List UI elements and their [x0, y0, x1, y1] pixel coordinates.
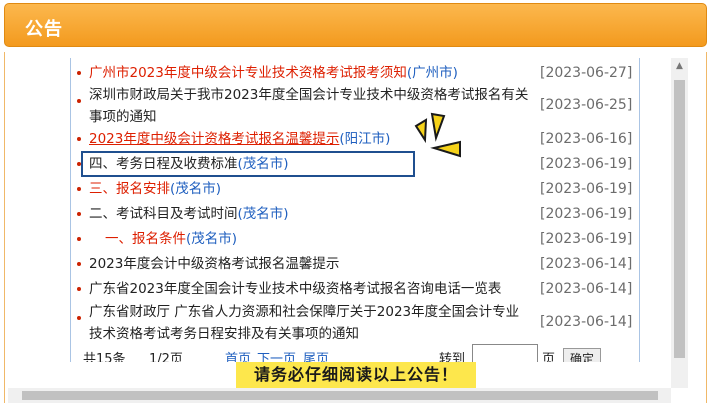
announcement-title[interactable]: 广东省财政厅 广东省人力资源和社会保障厅关于2023年度全国会计专业技术资格考试…: [89, 301, 529, 345]
bullet-icon: [77, 237, 81, 241]
bullet-icon: [77, 187, 81, 191]
announcement-date: [2023-06-14]: [540, 314, 633, 330]
page-unit-label: 页: [542, 352, 556, 362]
notice-banner: 请务必仔细阅读以上公告！: [236, 362, 476, 388]
pagination-bar: 共15条 1/2页 首页 下一页 尾页 转到 页 确定: [71, 344, 639, 362]
announcement-date: [2023-06-19]: [540, 206, 633, 222]
announcement-title[interactable]: 2023年度会计中级资格考试报名温馨提示: [89, 253, 529, 275]
announcement-title[interactable]: 三、报名安排(茂名市): [89, 178, 529, 200]
goto-page-input[interactable]: [472, 344, 538, 362]
bullet-icon: [77, 212, 81, 216]
attention-burst-icon: [414, 112, 461, 158]
announcement-date: [2023-06-19]: [540, 181, 633, 197]
announcement-title[interactable]: 广东省2023年度全国会计专业技术中级资格考试报名咨询电话一览表: [89, 278, 529, 300]
announcement-date: [2023-06-14]: [540, 281, 633, 297]
announcement-title[interactable]: 广州市2023年度中级会计专业技术资格考试报考须知(广州市): [89, 62, 529, 84]
announcement-date: [2023-06-14]: [540, 256, 633, 272]
vertical-scroll-thumb[interactable]: [674, 80, 685, 358]
first-page-link[interactable]: 首页: [225, 348, 251, 362]
announcement-header: 公告: [4, 3, 707, 47]
scroll-up-icon[interactable]: ▲: [671, 58, 688, 75]
announcement-title[interactable]: 一、报名条件(茂名市): [105, 228, 545, 250]
confirm-button[interactable]: 确定: [563, 348, 601, 362]
total-count: 共15条: [83, 352, 126, 362]
bullet-icon: [77, 262, 81, 266]
bullet-icon: [77, 137, 81, 141]
page-indicator: 1/2页: [149, 352, 183, 362]
announcement-list: 广州市2023年度中级会计专业技术资格考试报考须知(广州市) [2023-06-…: [70, 58, 640, 362]
bullet-icon: [77, 99, 81, 103]
bullet-icon: [77, 71, 81, 75]
bullet-icon: [77, 316, 81, 320]
announcement-date: [2023-06-19]: [540, 156, 633, 172]
goto-label: 转到: [439, 352, 466, 362]
last-page-link[interactable]: 尾页: [303, 348, 329, 362]
announcement-date: [2023-06-19]: [540, 231, 633, 247]
announcement-date: [2023-06-25]: [540, 97, 633, 113]
focus-highlight-box: [81, 151, 415, 177]
horizontal-scrollbar[interactable]: [8, 388, 671, 403]
header-title: 公告: [25, 19, 63, 40]
announcement-date: [2023-06-27]: [540, 65, 633, 81]
announcement-date: [2023-06-16]: [540, 131, 633, 147]
horizontal-scroll-thumb[interactable]: [22, 391, 658, 400]
vertical-scrollbar[interactable]: ▲: [671, 58, 688, 388]
bullet-icon: [77, 287, 81, 291]
announcement-title[interactable]: 二、考试科目及考试时间(茂名市): [89, 203, 529, 225]
next-page-link[interactable]: 下一页: [257, 348, 296, 362]
